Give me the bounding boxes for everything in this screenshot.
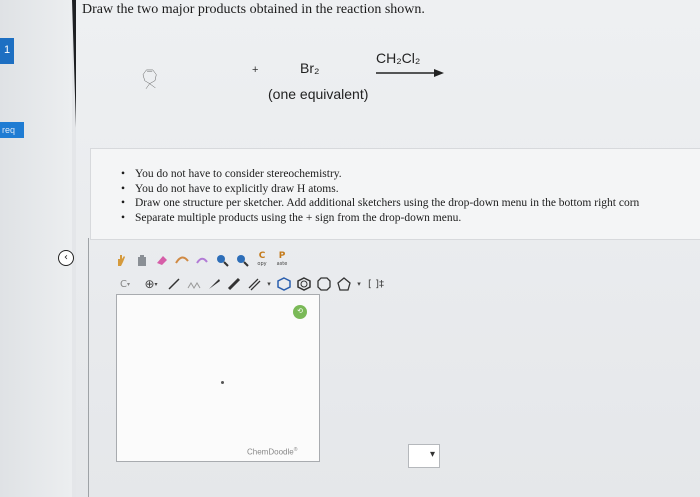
hexagon-icon[interactable] [274, 274, 294, 294]
question-text: Draw the two major products obtained in … [82, 2, 425, 17]
reactant-structure [142, 69, 157, 89]
reagent-note: (one equivalent) [268, 86, 369, 102]
sketcher-canvas[interactable]: ⟲ ChemDoodle® [116, 294, 320, 462]
add-sketcher-dropdown[interactable]: ▾ [408, 444, 440, 468]
rotate-icon[interactable] [192, 250, 212, 270]
instructions-box: You do not have to consider stereochemis… [90, 148, 700, 240]
zoom-out-icon[interactable] [232, 250, 252, 270]
pentagon-icon[interactable] [334, 274, 354, 294]
benzene-icon[interactable] [294, 274, 314, 294]
canvas-badge-icon[interactable]: ⟲ [293, 305, 307, 319]
hand-icon[interactable] [112, 250, 132, 270]
reaction-arrow [376, 69, 444, 77]
zoom-in-icon[interactable] [212, 250, 232, 270]
collapse-button[interactable]: ‹ [58, 250, 74, 266]
sketcher-toolbar-top: C opy P aste [112, 248, 292, 272]
paste-caption: aste [276, 261, 288, 267]
solvent: CH₂Cl₂ [376, 50, 421, 66]
copy-icon[interactable]: C opy [252, 250, 272, 270]
instructions-list: You do not have to consider stereochemis… [121, 167, 639, 225]
element-label: C [120, 278, 127, 290]
element-select[interactable]: C ▾ [112, 274, 138, 294]
instruction-item: You do not have to explicitly draw H ato… [121, 182, 639, 197]
chemdoodle-brand: ChemDoodle [247, 447, 294, 457]
bond-dropdown-icon[interactable]: ▾ [264, 274, 274, 294]
instruction-item: You do not have to consider stereochemis… [121, 167, 639, 182]
left-sidebar [0, 0, 72, 497]
paste-label: P [278, 251, 286, 261]
lasso-icon[interactable] [172, 250, 192, 270]
chemdoodle-mark: ® [293, 447, 298, 453]
plus-sign: + [252, 64, 259, 76]
bold-bond-icon[interactable] [224, 274, 244, 294]
reagent: Br₂ [300, 60, 320, 76]
req-label: req [0, 122, 24, 138]
question-number: 1 [4, 44, 11, 56]
copy-caption: opy [257, 261, 267, 267]
chain-icon[interactable] [184, 274, 204, 294]
panel-border [88, 238, 89, 497]
brackets-icon[interactable]: [ ]‡ [364, 274, 388, 294]
clear-icon[interactable] [132, 250, 152, 270]
chemdoodle-logo: ChemDoodle® [247, 447, 297, 457]
instruction-item: Draw one structure per sketcher. Add add… [121, 196, 639, 211]
eraser-icon[interactable] [152, 250, 172, 270]
cyclooctane-icon[interactable] [314, 274, 334, 294]
single-bond-icon[interactable] [164, 274, 184, 294]
instruction-item: Separate multiple products using the + s… [121, 211, 639, 226]
charge-plus-icon[interactable]: ⊕ ▾ [138, 274, 164, 294]
canvas-cursor-dot [221, 381, 224, 384]
question-number-tab[interactable]: 1 [0, 38, 14, 64]
brackets-label: [ ]‡ [368, 278, 384, 290]
ring-dropdown-icon[interactable]: ▾ [354, 274, 364, 294]
sketcher-toolbar-bottom: C ▾ ⊕ ▾ ▾ ▾ [ ]‡ [112, 272, 388, 296]
paste-icon[interactable]: P aste [272, 250, 292, 270]
wedge-bond-icon[interactable] [204, 274, 224, 294]
double-bond-icon[interactable] [244, 274, 264, 294]
chevron-down-icon: ▾ [429, 449, 435, 460]
copy-label: C [258, 251, 266, 261]
